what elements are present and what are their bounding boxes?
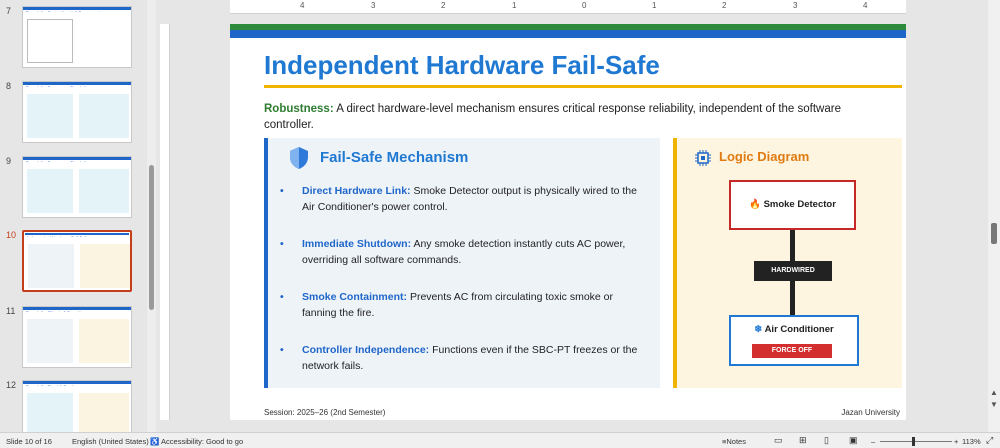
thumbnail-title: Branch 3 – Flood & Smoke	[23, 381, 131, 386]
zoom-slider[interactable]	[880, 441, 952, 442]
logic-diagram-panel[interactable]: Logic Diagram 🔥 Smoke Detector HARDWIRED…	[673, 138, 902, 388]
thumbnail-slide-7[interactable]: 7 Branch 1 – Control Logic & Programming	[0, 6, 140, 68]
thumbnail-scrollbar[interactable]	[147, 0, 156, 432]
bullet-key: Controller Independence:	[302, 344, 430, 356]
fit-to-window-icon[interactable]: ⤢	[986, 435, 993, 446]
ruler-mark: 3	[793, 1, 798, 10]
thumbnail-number: 12	[6, 380, 17, 390]
shield-icon	[290, 147, 308, 169]
horizontal-ruler: 4 3 2 1 0 1 2 3 4	[230, 0, 906, 14]
force-off-badge: FORCE OFF	[752, 344, 832, 358]
air-conditioner-box: ❄ Air Conditioner FORCE OFF	[729, 315, 859, 366]
thumbnail-title: Branch 2 – Climate & Security	[23, 307, 131, 312]
reading-view-icon[interactable]: ▯	[824, 435, 829, 446]
chip-icon	[695, 150, 711, 166]
thumbnail-image[interactable]: Branch 2 – Climate & Security	[22, 306, 132, 368]
thumbnail-title: Branch 1 – Control Logic & Programming	[23, 7, 131, 12]
thumbnail-number: 9	[6, 156, 12, 166]
mechanism-heading: Fail-Safe Mechanism	[320, 149, 469, 166]
robustness-label: Robustness:	[264, 103, 334, 115]
bullet-key: Smoke Containment:	[302, 291, 408, 303]
thumbnail-slide-9[interactable]: 9 Branch 1 – Emergency Simulations	[0, 156, 140, 218]
slide-count[interactable]: Slide 10 of 16	[6, 437, 52, 446]
bullet-item: • Direct Hardware Link: Smoke Detector ou…	[280, 184, 650, 215]
air-conditioner-label: ❄ Air Conditioner	[731, 324, 857, 335]
slide-title[interactable]: Independent Hardware Fail-Safe	[264, 50, 660, 81]
ruler-mark: 2	[441, 1, 446, 10]
bullet-dot-icon: •	[280, 238, 284, 250]
thumbnail-image[interactable]: Branch 3 – Flood & Smoke	[22, 380, 132, 432]
bullet-dot-icon: •	[280, 291, 284, 303]
ruler-mark: 0	[582, 1, 587, 10]
smoke-detector-label: 🔥 Smoke Detector	[731, 199, 854, 210]
ruler-mark: 4	[300, 1, 305, 10]
thumbnail-slide-12[interactable]: 12 Branch 3 – Flood & Smoke	[0, 380, 140, 432]
fail-safe-mechanism-panel[interactable]: Fail-Safe Mechanism • Direct Hardware Lin…	[264, 138, 660, 388]
thumbnail-title: Independent Hardware Fail-Safe	[24, 232, 130, 237]
accessibility-icon: ♿	[150, 437, 160, 446]
thumbnail-title: Branch 1 – Emergency Simulations	[23, 157, 131, 162]
thumbnail-image-selected[interactable]: Independent Hardware Fail-Safe	[22, 230, 132, 292]
notes-label: Notes	[726, 437, 746, 446]
bullet-key: Direct Hardware Link:	[302, 185, 411, 197]
chevron-up-icon[interactable]: ▲	[990, 388, 998, 397]
thumbnail-slide-8[interactable]: 8 Branch 1 – Emergency Simulations	[0, 81, 140, 143]
header-bar-blue	[230, 30, 906, 38]
bullet-dot-icon: •	[280, 344, 284, 356]
zoom-level[interactable]: 113%	[962, 437, 981, 446]
thumbnail-number: 10	[6, 230, 17, 240]
ruler-mark: 1	[652, 1, 657, 10]
robustness-body: A direct hardware-level mechanism ensure…	[264, 103, 841, 131]
thumbnail-slide-10[interactable]: 10 Independent Hardware Fail-Safe	[0, 230, 140, 292]
zoom-slider-handle[interactable]	[912, 437, 915, 446]
notes-button[interactable]: ≡Notes	[722, 437, 746, 446]
thumbnail-image[interactable]: Branch 1 – Control Logic & Programming	[22, 6, 132, 68]
chevron-down-icon[interactable]: ▼	[990, 400, 998, 409]
title-underline	[264, 85, 902, 88]
zoom-out-button[interactable]: –	[871, 437, 875, 446]
thumbnail-title: Branch 1 – Emergency Simulations	[23, 82, 131, 87]
bullet-dot-icon: •	[280, 185, 284, 197]
vertical-ruler	[160, 24, 170, 420]
snowflake-icon: ❄	[754, 324, 763, 335]
bullet-item: • Smoke Containment: Prevents AC from cir…	[280, 290, 650, 321]
ruler-mark: 3	[371, 1, 376, 10]
thumbnail-number: 7	[6, 6, 12, 16]
zoom-in-button[interactable]: +	[954, 437, 958, 446]
ruler-mark: 1	[512, 1, 517, 10]
air-conditioner-text: Air Conditioner	[764, 324, 834, 335]
slideshow-icon[interactable]: ▣	[849, 435, 858, 446]
slide-sorter-icon[interactable]: ⊞	[799, 435, 807, 446]
bullet-key: Immediate Shutdown:	[302, 238, 412, 250]
thumbnail-image[interactable]: Branch 1 – Emergency Simulations	[22, 81, 132, 143]
ruler-mark: 2	[722, 1, 727, 10]
status-bar: Slide 10 of 16 English (United States) ♿…	[0, 432, 1000, 448]
footer-session: Session: 2025–26 (2nd Semester)	[264, 408, 386, 417]
logic-diagram-heading: Logic Diagram	[719, 149, 810, 164]
thumbnail-number: 11	[6, 306, 16, 316]
accessibility-status[interactable]: ♿ Accessibility: Good to go	[150, 437, 243, 446]
ruler-mark: 4	[863, 1, 868, 10]
bullet-item: • Controller Independence: Functions even…	[280, 343, 650, 374]
thumbnail-image[interactable]: Branch 1 – Emergency Simulations	[22, 156, 132, 218]
thumbnail-scrollbar-handle[interactable]	[149, 165, 154, 310]
robustness-text[interactable]: Robustness: A direct hardware-level mech…	[264, 101, 874, 133]
normal-view-icon[interactable]: ▭	[774, 435, 783, 446]
thumbnail-slide-11[interactable]: 11 Branch 2 – Climate & Security	[0, 306, 140, 368]
hardwired-label: HARDWIRED	[754, 261, 832, 281]
slide-scrollbar-handle[interactable]	[991, 223, 997, 244]
accessibility-text: Accessibility: Good to go	[161, 437, 244, 446]
fire-icon: 🔥	[749, 199, 761, 210]
bullet-item: • Immediate Shutdown: Any smoke detection…	[280, 237, 650, 268]
thumbnail-number: 8	[6, 81, 12, 91]
footer-university: Jazan University	[841, 408, 900, 417]
slide-thumbnail-panel: 7 Branch 1 – Control Logic & Programming…	[0, 0, 148, 432]
smoke-detector-text: Smoke Detector	[763, 199, 836, 210]
language-indicator[interactable]: English (United States)	[72, 437, 149, 446]
slide-scrollbar[interactable]: ▲ ▼	[988, 0, 1000, 432]
smoke-detector-box: 🔥 Smoke Detector	[729, 180, 856, 230]
slide-canvas[interactable]: Independent Hardware Fail-Safe Robustnes…	[230, 24, 906, 420]
